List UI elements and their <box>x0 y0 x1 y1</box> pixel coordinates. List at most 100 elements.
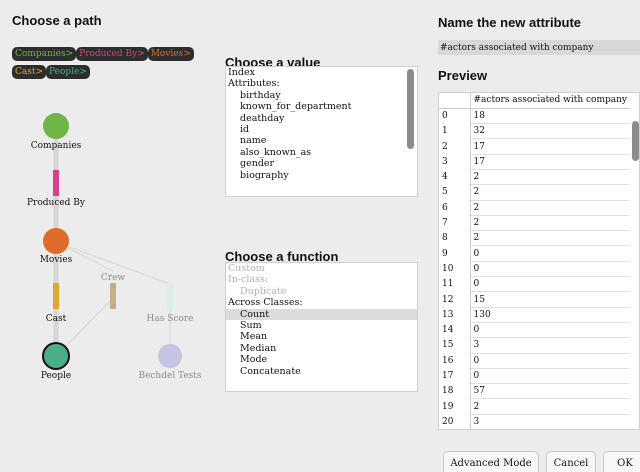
schema-graph: Companies Produced By Movies Crew Cast H… <box>27 113 202 381</box>
function-item[interactable]: Mean <box>226 331 417 342</box>
function-item[interactable]: Mode <box>226 354 417 365</box>
bechdel-tests-node[interactable] <box>158 344 182 368</box>
row-index: 6 <box>439 200 471 216</box>
produced-by-label: Produced By <box>27 198 86 208</box>
function-item[interactable]: Count <box>226 308 417 321</box>
row-index: 3 <box>439 154 471 170</box>
row-index: 19 <box>439 398 471 415</box>
value-item[interactable]: biography <box>226 170 417 181</box>
companies-node[interactable] <box>43 113 69 139</box>
cast-label: Cast <box>46 314 67 324</box>
row-index: 17 <box>439 368 471 384</box>
index-header <box>439 93 471 109</box>
value-item[interactable]: name <box>226 135 417 146</box>
table-row: 11 0 <box>439 276 630 293</box>
row-value: 2 <box>470 215 630 232</box>
row-index: 15 <box>439 337 471 354</box>
table-row: 16 0 <box>439 353 630 369</box>
row-value: 2 <box>470 230 630 247</box>
value-list[interactable]: Index Attributes: birthday known_for_depart… <box>225 66 418 197</box>
people-node[interactable] <box>42 342 70 370</box>
row-index: 20 <box>439 414 471 429</box>
row-index: 12 <box>439 291 471 308</box>
row-index: 18 <box>439 383 471 399</box>
row-index: 5 <box>439 184 471 201</box>
row-index: 7 <box>439 215 471 231</box>
row-value: 3 <box>470 337 630 354</box>
row-value: 18 <box>470 108 630 125</box>
row-index: 16 <box>439 353 471 369</box>
table-row: 1 32 <box>439 123 630 140</box>
row-value: 15 <box>470 291 630 308</box>
path-chip[interactable]: Cast> <box>12 65 47 79</box>
attribute-name-input[interactable] <box>438 40 640 55</box>
value-item[interactable]: gender <box>226 158 417 169</box>
cast-link[interactable] <box>53 283 59 309</box>
advanced-mode-button[interactable]: Advanced Mode <box>443 451 539 472</box>
function-item[interactable]: Median <box>226 343 417 354</box>
value-item[interactable]: id <box>226 124 417 135</box>
function-item: Custom <box>228 263 265 274</box>
row-value: 0 <box>470 368 630 385</box>
has-score-link[interactable] <box>167 283 173 309</box>
column-header: #actors associated with company <box>470 93 630 109</box>
function-item: Duplicate <box>240 285 287 297</box>
value-item[interactable]: Attributes: <box>226 78 417 89</box>
row-index: 8 <box>439 230 471 246</box>
function-list[interactable]: Custom In-class: Duplicate Across Classes: C… <box>225 262 418 392</box>
value-item[interactable]: also_known_as <box>226 147 417 158</box>
function-item[interactable]: Concatenate <box>226 366 417 377</box>
function-item: In-class: <box>228 274 269 286</box>
produced-by-link[interactable] <box>53 170 59 196</box>
row-value: 17 <box>470 138 630 155</box>
row-value: 2 <box>470 169 630 186</box>
table-row: 62 <box>439 200 630 216</box>
cancel-button[interactable]: Cancel <box>546 451 596 472</box>
preview-scrollbar[interactable] <box>632 121 639 161</box>
row-value: 0 <box>470 322 630 339</box>
row-index: 2 <box>439 138 471 155</box>
movies-label: Movies <box>40 255 73 265</box>
row-value: 0 <box>470 261 630 278</box>
table-row: 15 3 <box>439 337 630 354</box>
has-score-label: Has Score <box>147 314 194 324</box>
row-value: 2 <box>470 184 630 201</box>
row-value: 17 <box>470 154 630 170</box>
row-value: 130 <box>470 307 630 323</box>
row-index: 1 <box>439 123 471 139</box>
row-index: 11 <box>439 276 471 292</box>
crew-label: Crew <box>101 273 126 283</box>
row-index: 14 <box>439 322 471 338</box>
function-item[interactable]: Sum <box>226 320 417 331</box>
crew-link[interactable] <box>110 283 116 309</box>
attribute-title: Name the new attribute <box>438 15 582 30</box>
path-chip[interactable]: People> <box>46 65 90 79</box>
table-row: 10 0 <box>439 261 630 278</box>
table-row: 0 18 <box>439 108 630 125</box>
path-chip[interactable]: Companies> <box>12 47 77 61</box>
row-value: 0 <box>470 245 630 262</box>
row-value: 2 <box>470 200 630 216</box>
table-row: 3 17 <box>439 154 630 170</box>
value-item[interactable]: birthday <box>226 90 417 101</box>
table-row: 2 17 <box>439 138 630 155</box>
table-row: 13 130 <box>439 307 630 323</box>
value-item[interactable]: Index <box>226 67 417 78</box>
companies-label: Companies <box>31 141 82 151</box>
value-item[interactable]: deathday <box>226 113 417 124</box>
row-index: 10 <box>439 261 471 277</box>
row-index: 13 <box>439 307 471 323</box>
people-label: People <box>41 371 71 381</box>
table-row: 20 3 <box>439 414 630 429</box>
function-item[interactable]: Across Classes: <box>226 297 417 308</box>
ok-button[interactable]: OK <box>603 451 640 472</box>
row-index: 4 <box>439 169 471 185</box>
path-chip[interactable]: Movies> <box>147 47 194 61</box>
value-scrollbar[interactable] <box>407 69 414 149</box>
row-value: 0 <box>470 353 630 369</box>
value-item[interactable]: known_for_department <box>226 101 417 112</box>
path-chip[interactable]: Produced By> <box>76 47 148 61</box>
path-title: Choose a path <box>12 13 102 28</box>
row-index: 0 <box>439 108 471 124</box>
movies-node[interactable] <box>43 228 69 254</box>
